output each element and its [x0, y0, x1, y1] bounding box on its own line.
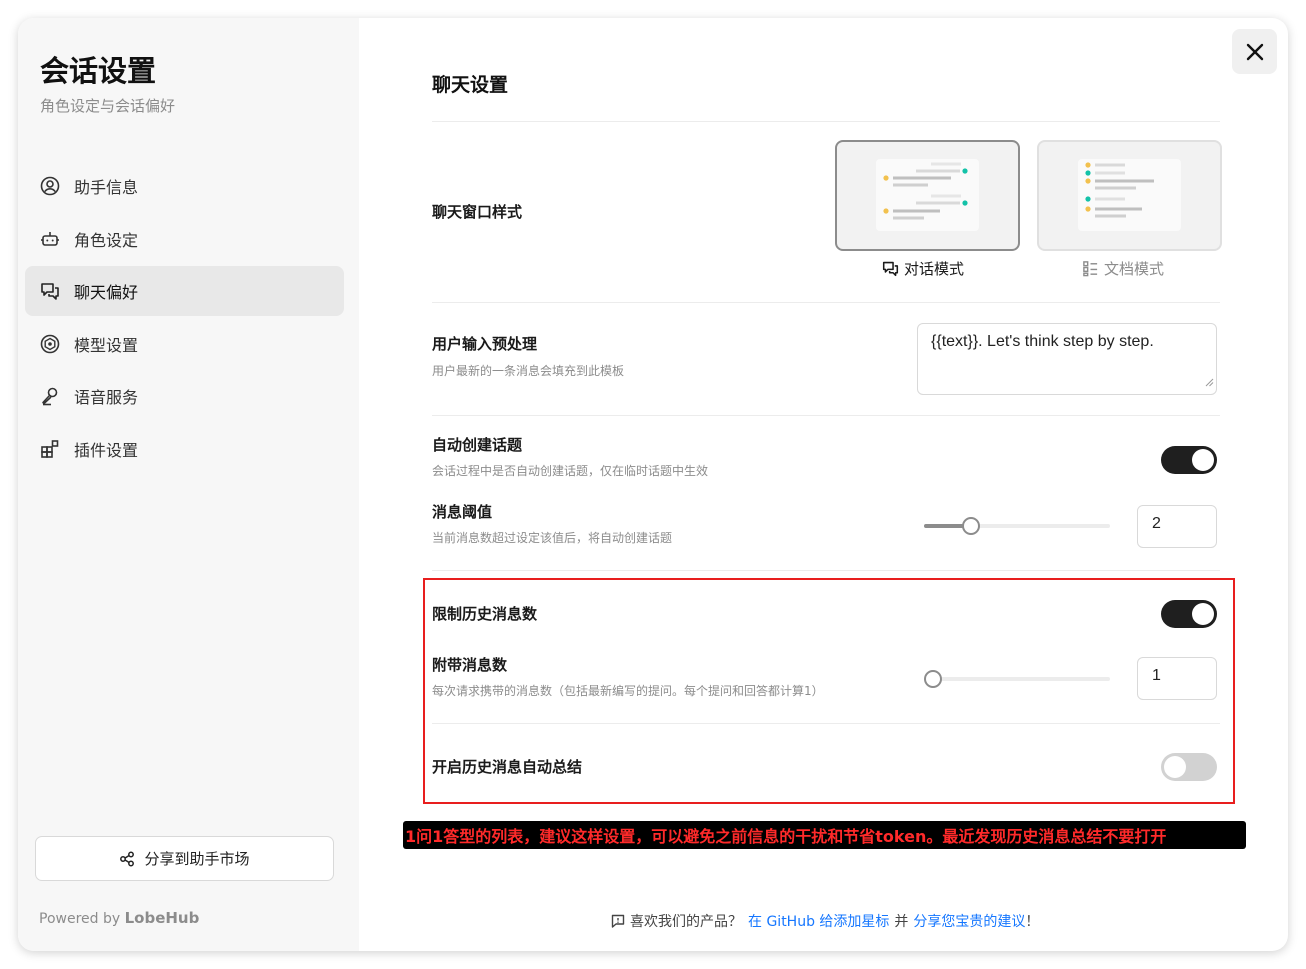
- page-title: 聊天设置: [432, 74, 509, 96]
- msg-threshold-slider[interactable]: [924, 517, 1110, 535]
- divider: [432, 415, 1220, 416]
- chat-mode-caption[interactable]: 对话模式: [882, 258, 964, 279]
- close-button[interactable]: [1232, 29, 1277, 74]
- chat-style-label: 聊天窗口样式: [432, 203, 523, 221]
- chat-mode-preview-illustration: [883, 162, 968, 220]
- chat-bubbles-icon: [882, 260, 899, 277]
- github-star-link[interactable]: 在 GitHub 给添加星标: [748, 911, 889, 931]
- chat-mode-label: 对话模式: [904, 260, 965, 278]
- doc-mode-label: 文档模式: [1104, 260, 1165, 278]
- divider: [432, 121, 1220, 122]
- toggle-knob: [1192, 449, 1214, 471]
- input-template-desc: 用户最新的一条消息会填充到此模板: [432, 364, 625, 378]
- powered-by: Powered by LobeHub: [39, 909, 199, 927]
- footer-suffix: ！: [1025, 914, 1040, 930]
- resize-handle-icon[interactable]: [1205, 374, 1214, 392]
- sidebar-item-chat-preference[interactable]: 聊天偏好: [25, 266, 344, 316]
- sidebar: 会话设置 角色设定与会话偏好 助手信息 角色设定 聊天偏好 模型设置 语音服务 …: [18, 18, 359, 951]
- chat-bubbles-icon: [39, 280, 61, 302]
- chat-mode-card[interactable]: [835, 140, 1020, 251]
- footer-prefix: 喜欢我们的产品？: [630, 914, 742, 930]
- user-circle-icon: [39, 175, 61, 197]
- sidebar-item-role[interactable]: 角色设定: [25, 214, 344, 264]
- auto-topic-toggle[interactable]: [1161, 446, 1217, 474]
- sidebar-nav: 助手信息 角色设定 聊天偏好 模型设置 语音服务 插件设置: [25, 161, 344, 476]
- msg-threshold-label: 消息阈值: [432, 503, 493, 521]
- msg-threshold-desc: 当前消息数超过设定该值后，将自动创建话题: [432, 531, 673, 545]
- sidebar-item-plugins[interactable]: 插件设置: [25, 424, 344, 474]
- sidebar-item-label: 助手信息: [74, 178, 139, 197]
- sidebar-item-model[interactable]: 模型设置: [25, 319, 344, 369]
- divider: [432, 570, 1220, 571]
- doc-mode-preview: [1078, 159, 1181, 231]
- bot-icon: [39, 228, 61, 250]
- sidebar-subtitle: 角色设定与会话偏好: [40, 97, 176, 115]
- share-button-label: 分享到助手市场: [144, 850, 250, 868]
- sidebar-item-label: 插件设置: [74, 440, 139, 460]
- footer-mid: 并: [894, 914, 909, 930]
- document-list-icon: [1082, 260, 1099, 277]
- input-template-field[interactable]: {{text}}. Let's think step by step.: [917, 323, 1217, 395]
- divider: [432, 302, 1220, 303]
- doc-mode-preview-illustration: [1085, 162, 1154, 218]
- share-icon: [119, 851, 135, 867]
- doc-mode-caption[interactable]: 文档模式: [1082, 258, 1164, 279]
- auto-topic-label: 自动创建话题: [432, 436, 523, 454]
- mic-icon: [39, 385, 61, 407]
- sidebar-item-label: 角色设定: [74, 230, 139, 250]
- annotation-highlight-box: [423, 578, 1235, 804]
- input-template-label: 用户输入预处理: [432, 335, 538, 353]
- powered-prefix: Powered by: [39, 911, 121, 927]
- input-template-value: {{text}}. Let's think step by step.: [931, 333, 1154, 350]
- feedback-icon: [611, 914, 625, 928]
- slider-handle[interactable]: [962, 517, 980, 535]
- sidebar-title: 会话设置: [40, 54, 157, 88]
- sidebar-item-voice[interactable]: 语音服务: [25, 371, 344, 421]
- msg-threshold-input[interactable]: 2: [1137, 505, 1217, 548]
- model-icon: [39, 333, 61, 355]
- sidebar-item-assistant-info[interactable]: 助手信息: [25, 161, 344, 211]
- chat-mode-preview: [876, 159, 979, 231]
- doc-mode-card[interactable]: [1037, 140, 1222, 251]
- footer: 喜欢我们的产品？ 在 GitHub 给添加星标 并 分享您宝贵的建议 ！: [611, 911, 1039, 931]
- share-to-market-button[interactable]: 分享到助手市场: [35, 836, 334, 881]
- feedback-link[interactable]: 分享您宝贵的建议: [913, 911, 1025, 931]
- sidebar-item-label: 模型设置: [74, 335, 139, 355]
- close-icon: [1246, 43, 1264, 61]
- lobehub-brand[interactable]: LobeHub: [125, 909, 200, 927]
- auto-topic-desc: 会话过程中是否自动创建话题，仅在临时话题中生效: [432, 464, 709, 478]
- annotation-note: 1问1答型的列表，建议这样设置，可以避免之前信息的干扰和节省token。最近发现…: [403, 821, 1246, 849]
- plugin-blocks-icon: [39, 438, 61, 460]
- sidebar-item-label: 聊天偏好: [74, 283, 139, 302]
- sidebar-item-label: 语音服务: [74, 388, 139, 407]
- settings-modal: 会话设置 角色设定与会话偏好 助手信息 角色设定 聊天偏好 模型设置 语音服务 …: [18, 18, 1288, 951]
